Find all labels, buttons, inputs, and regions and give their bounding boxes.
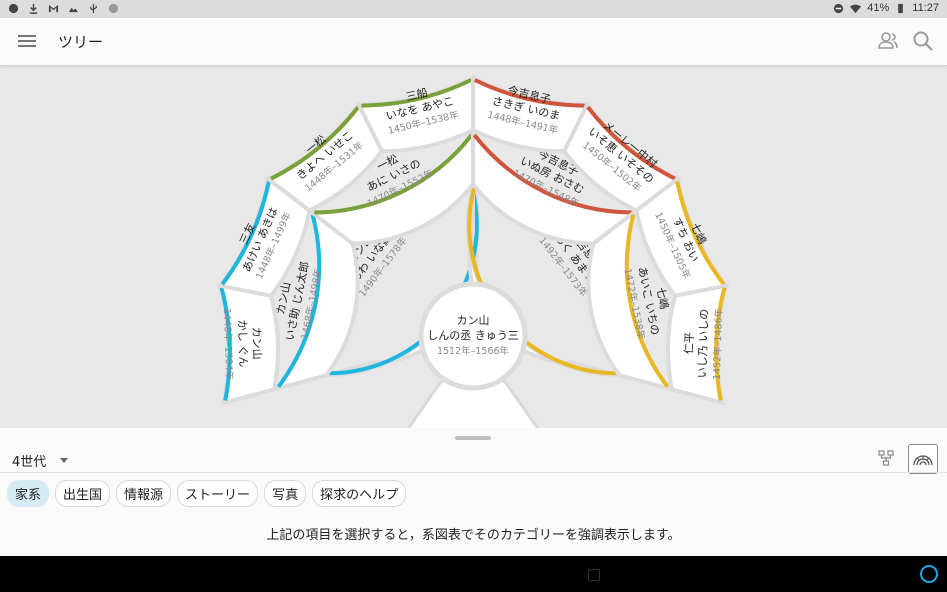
status-bar: 41% 11:27 (0, 0, 947, 18)
chip-4[interactable]: 写真 (264, 480, 307, 507)
battery-icon (898, 3, 904, 13)
chip-1[interactable]: 出生国 (55, 480, 111, 507)
person-years: 1452年–1486年 (711, 307, 725, 380)
root-given-name: しんの丞 きゅう三 (427, 329, 519, 342)
category-chips: 家系 出生国 情報源 ストーリー 写真 探求のヘルプ (7, 480, 407, 507)
wifi-icon (850, 4, 862, 13)
people-icon[interactable] (876, 29, 900, 53)
fan-view-button[interactable] (908, 444, 938, 474)
notification-dot-icon (8, 3, 19, 14)
photo-icon (68, 7, 79, 13)
battery-percent: 41% (867, 2, 890, 14)
generations-label: 4世代 (12, 455, 47, 470)
hint-text: 上記の項目を選択すると，系図表でそのカテゴリーを強調表示します。 (266, 528, 681, 543)
pedigree-view-button[interactable] (872, 444, 900, 472)
great_grandparents-person-0[interactable]: カン山かし ぐん1446年–1504年 (217, 283, 280, 406)
system-nav-bar (0, 556, 947, 592)
gmail-icon (48, 4, 59, 13)
chip-0[interactable]: 家系 (7, 480, 50, 507)
category-chips-row: 家系 出生国 情報源 ストーリー 写真 探求のヘルプ (0, 472, 947, 509)
root-surname: カン山 (457, 314, 490, 327)
page-title: ツリー (58, 33, 104, 51)
person-surname: 仁平 (683, 332, 697, 354)
person-given-name: いし乃 いしの (696, 309, 711, 379)
person-surname: カン山 (250, 326, 264, 359)
great_grandparents-person-7[interactable]: 仁平 いし乃 いしの 1452年–1486年 (666, 283, 729, 406)
drag-handle[interactable] (455, 436, 491, 440)
person-given-name: かし ぐん (235, 320, 250, 368)
status-icons-left (8, 3, 119, 14)
chip-3[interactable]: ストーリー (177, 480, 259, 507)
great_grandparents-person-3[interactable]: 三船いなを あやこ1450年–1538年 (355, 74, 475, 154)
caret-down-icon (60, 458, 69, 463)
bottom-panel: 4世代 家系 出生国 情報源 ストーリー 写真 探求のヘルプ 上記の項目を選択すると，系図… (0, 428, 947, 556)
fan-chart: カン山おわ いな藏1490年–1578年 今吉息子あく あまつ1492年–1573… (216, 74, 730, 429)
chip-5[interactable]: 探求のヘルプ (312, 480, 407, 507)
dot-icon (108, 3, 119, 14)
clock: 11:27 (912, 2, 939, 14)
person-years: 1446年–1504年 (221, 308, 235, 381)
download-icon (29, 3, 38, 14)
app-bar: ツリー (0, 18, 947, 66)
alexa-icon[interactable] (920, 565, 938, 583)
fan-chart-area: カン山 おわ いな藏 1490年–1578年 今吉息子 あく あまつ 1492年–1573… (0, 66, 947, 429)
fan-view-icon (913, 455, 933, 466)
status-icons-right: 41% 11:27 (833, 2, 939, 14)
dnd-icon (834, 3, 844, 13)
chip-2[interactable]: 情報源 (116, 480, 172, 507)
search-icon[interactable] (911, 29, 935, 53)
usb-icon (90, 3, 97, 14)
home-button[interactable] (588, 569, 600, 581)
pedigree-view-icon (878, 450, 894, 466)
root-years: 1512年–1566年 (437, 345, 510, 357)
generations-dropdown[interactable]: 4世代 (12, 451, 69, 470)
menu-button[interactable] (18, 32, 36, 50)
root-person[interactable]: カン山しんの丞 きゅう三 1512年–1566年 (418, 281, 528, 391)
